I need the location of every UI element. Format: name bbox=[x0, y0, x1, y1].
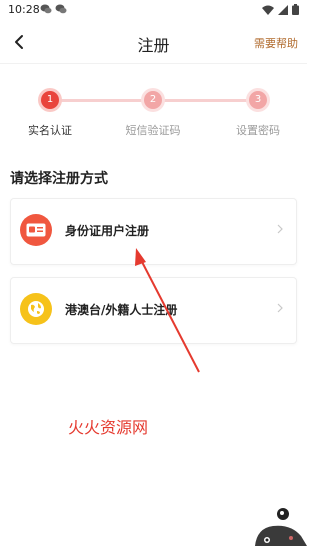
step-2-label: 短信验证码 bbox=[125, 124, 181, 137]
status-bar: 10:28 bbox=[0, 0, 307, 20]
annotation-arrow bbox=[135, 248, 200, 373]
step-3-label: 设置密码 bbox=[236, 124, 280, 137]
help-link[interactable]: 需要帮助 bbox=[254, 35, 298, 51]
system-icons bbox=[262, 4, 299, 15]
wechat-icon bbox=[40, 4, 52, 14]
wifi-icon bbox=[262, 5, 274, 15]
step-1-number: 1 bbox=[41, 91, 59, 109]
wechat-icon bbox=[55, 4, 67, 14]
step-3-number: 3 bbox=[249, 91, 267, 109]
globe-icon bbox=[20, 293, 52, 325]
watermark-text: 火火资源网 bbox=[68, 418, 149, 437]
id-card-icon bbox=[20, 214, 52, 246]
step-connector bbox=[58, 99, 148, 102]
step-connector bbox=[160, 99, 250, 102]
signal-icon bbox=[278, 4, 288, 15]
divider bbox=[0, 63, 307, 64]
mascot-icon bbox=[255, 508, 307, 546]
option-label: 身份证用户注册 bbox=[65, 224, 150, 238]
section-title: 请选择注册方式 bbox=[10, 171, 108, 187]
foreign-register-option[interactable]: 港澳台/外籍人士注册 bbox=[10, 277, 297, 344]
step-progress: 1 2 3 实名认证 短信验证码 设置密码 bbox=[0, 88, 307, 148]
chevron-right-icon bbox=[277, 224, 283, 234]
battery-icon bbox=[292, 4, 299, 15]
status-time: 10:28 bbox=[8, 3, 40, 16]
step-1-label: 实名认证 bbox=[28, 124, 72, 137]
title-bar: 注册 需要帮助 bbox=[0, 22, 307, 62]
id-card-register-option[interactable]: 身份证用户注册 bbox=[10, 198, 297, 265]
notification-icons bbox=[40, 4, 67, 14]
chevron-right-icon bbox=[277, 303, 283, 313]
option-label: 港澳台/外籍人士注册 bbox=[65, 303, 178, 317]
step-2-number: 2 bbox=[144, 91, 162, 109]
